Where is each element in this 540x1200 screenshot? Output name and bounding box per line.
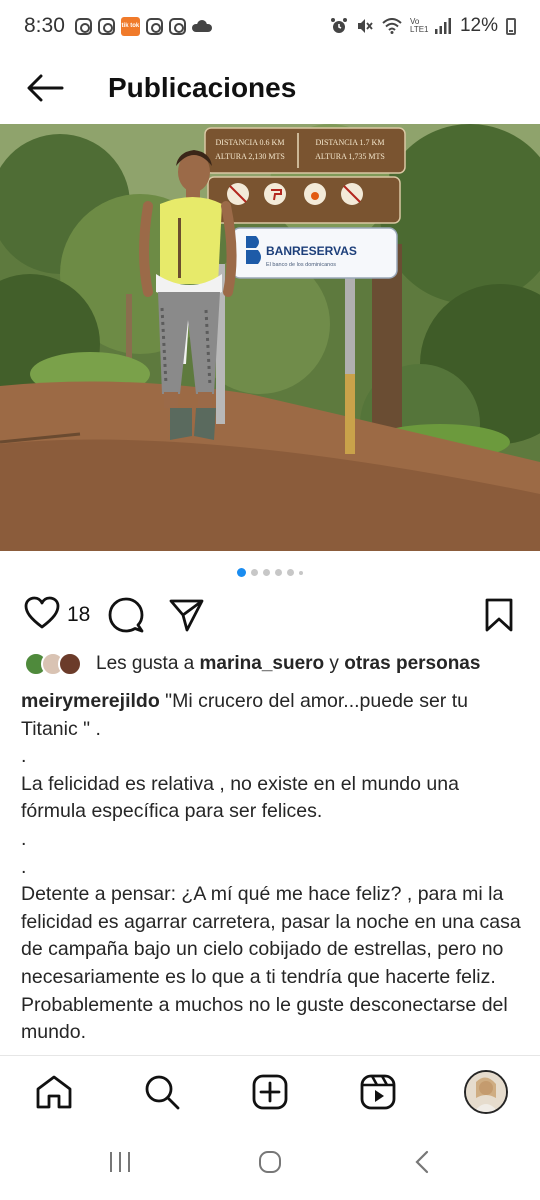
- instagram-notification-icon: [74, 17, 92, 35]
- page-title: Publicaciones: [108, 72, 297, 103]
- sign-altitude-1: ALTURA 2,130 MTS: [215, 152, 285, 161]
- reels-icon: [360, 1074, 396, 1110]
- likes-connector: y: [324, 653, 345, 674]
- back-button[interactable]: [0, 52, 90, 124]
- instagram-notification-icon: [97, 17, 115, 35]
- nav-reels[interactable]: [356, 1070, 400, 1114]
- back-arrow-icon: [27, 74, 64, 102]
- carousel-dot: [251, 569, 258, 576]
- sign-altitude-2: ALTURA 1,735 MTS: [315, 152, 385, 161]
- caption-dot: .: [21, 745, 27, 768]
- add-post-icon: [252, 1074, 288, 1110]
- home-circle-icon: [259, 1151, 281, 1173]
- post-image: DISTANCIA 0.6 KM ALTURA 2,130 MTS DISTAN…: [0, 124, 540, 551]
- like-button[interactable]: [24, 596, 60, 635]
- nav-home[interactable]: [32, 1070, 76, 1114]
- signal-icon: [434, 18, 451, 34]
- comment-icon: [108, 597, 144, 633]
- liker-username[interactable]: marina_suero: [200, 653, 325, 675]
- carousel-dot-active: [237, 568, 246, 577]
- nav-create[interactable]: [248, 1070, 292, 1114]
- avatar: [58, 652, 82, 676]
- sign-distance-2: DISTANCIA 1.7 KM: [316, 138, 385, 147]
- nav-profile[interactable]: [464, 1070, 508, 1114]
- carousel-indicator: [0, 568, 540, 577]
- tiktok-notification-icon: tik tok: [120, 16, 140, 36]
- post-photo[interactable]: DISTANCIA 0.6 KM ALTURA 2,130 MTS DISTAN…: [0, 124, 540, 551]
- caption-dot: .: [21, 855, 27, 878]
- bottom-navigation: [0, 1055, 540, 1129]
- caption-dot: .: [21, 827, 27, 850]
- alarm-icon: [330, 18, 347, 33]
- carousel-dot: [287, 569, 294, 576]
- recent-apps-icon: [110, 1152, 130, 1172]
- share-button[interactable]: [168, 597, 204, 638]
- save-button[interactable]: [484, 598, 514, 637]
- nav-search[interactable]: [140, 1070, 184, 1114]
- likes-prefix: Les gusta a: [96, 653, 200, 674]
- search-icon: [145, 1075, 180, 1110]
- comment-button[interactable]: [108, 597, 144, 638]
- wifi-icon: [382, 18, 402, 34]
- header: Publicaciones: [0, 52, 540, 124]
- likes-others[interactable]: otras personas: [344, 653, 480, 675]
- like-count[interactable]: 18: [67, 603, 90, 627]
- mute-icon: [357, 19, 373, 33]
- sign-distance-1: DISTANCIA 0.6 KM: [216, 138, 285, 147]
- battery-percent: 12%: [459, 15, 498, 36]
- liker-avatars: [24, 652, 82, 676]
- back-system-button[interactable]: [412, 1150, 432, 1174]
- battery-icon: [506, 17, 516, 35]
- caption-paragraph: La felicidad es relativa , no existe en …: [21, 772, 459, 823]
- post-actions: 18: [0, 594, 540, 638]
- bookmark-icon: [485, 598, 513, 632]
- carousel-dot: [275, 569, 282, 576]
- profile-avatar: [464, 1070, 508, 1114]
- home-system-button[interactable]: [258, 1150, 282, 1174]
- sign-brand: BANRESERVAS: [266, 244, 357, 258]
- heart-icon: [24, 596, 60, 629]
- send-icon: [169, 599, 204, 632]
- chevron-left-icon: [415, 1150, 429, 1174]
- liked-by[interactable]: Les gusta a marina_suero y otras persona…: [24, 652, 524, 676]
- status-time: 8:30: [24, 14, 65, 37]
- status-bar: 8:30 tik tok Vo LTE1 12%: [0, 0, 540, 52]
- system-navigation: [0, 1130, 540, 1200]
- carousel-dot: [299, 570, 303, 575]
- recent-apps-button[interactable]: [108, 1150, 132, 1174]
- carousel-dot: [263, 569, 270, 576]
- system-status-icons: Vo LTE1 12%: [330, 15, 516, 37]
- instagram-notification-icon: [168, 17, 186, 35]
- home-icon: [36, 1075, 72, 1109]
- notification-icons: tik tok: [74, 16, 212, 36]
- caption-paragraph: Detente a pensar: ¿A mí qué me hace feli…: [21, 883, 521, 1044]
- cloud-icon: [191, 20, 212, 32]
- network-type-label: Vo LTE1: [409, 17, 429, 34]
- instagram-notification-icon: [145, 17, 163, 35]
- post-caption: meirymerejildo "Mi crucero del amor...pu…: [21, 688, 521, 1047]
- sign-brand-sub: El banco de los dominicanos: [266, 262, 336, 268]
- caption-username[interactable]: meirymerejildo: [21, 690, 160, 712]
